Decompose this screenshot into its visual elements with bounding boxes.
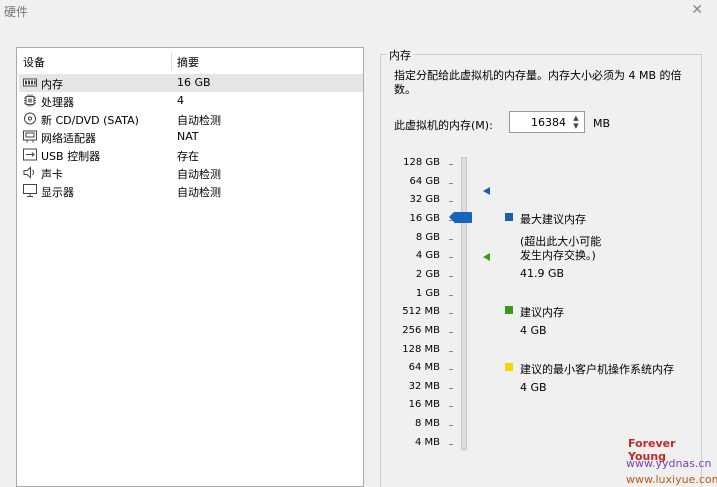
scale-tick-mark [449,406,453,408]
sound-card-icon [23,166,35,179]
max-recommended-marker-icon [483,187,490,195]
scale-tick-mark [449,331,453,333]
watermark-line-2: www.yydnas.cn [626,457,712,470]
scale-tick-mark [449,369,453,371]
scale-tick-mark [449,238,453,240]
device-row-network[interactable]: 网络适配器 NAT [19,128,363,146]
scale-tick-mark [449,443,453,445]
scale-tick-mark [449,164,453,165]
max-recommended-note-2: 发生内存交换。) [520,249,596,262]
scale-label: 128 GB [403,157,440,168]
device-row-memory[interactable]: 内存 16 GB [19,74,363,92]
cd-dvd-icon [24,112,36,125]
max-recommended-legend-icon [505,213,513,221]
device-name: 网络适配器 [41,132,96,145]
scale-label: 512 MB [402,306,440,318]
max-recommended-value: 41.9 GB [520,267,565,280]
device-row-usb[interactable]: USB 控制器 存在 [19,146,363,164]
scale-label: 256 MB [402,324,440,336]
min-guest-legend-icon [505,363,513,371]
scale-label: 4 MB [414,436,440,448]
memory-slider-thumb[interactable] [449,212,472,223]
memory-unit: MB [593,117,611,130]
scale-label: 2 GB [415,268,440,280]
scale-tick-mark [449,182,453,184]
recommended-marker-icon [483,253,490,261]
device-row-processor[interactable]: 处理器 4 [19,92,363,110]
device-name: 新 CD/DVD (SATA) [41,114,139,127]
spin-up-icon[interactable]: ▲ [571,114,581,122]
recommended-legend-icon [505,306,513,314]
device-name: 显示器 [41,186,74,199]
max-recommended-label: 最大建议内存 [520,213,586,226]
scale-label: 8 MB [414,418,440,430]
usb-controller-icon [23,148,37,161]
memory-description: 指定分配给此虚拟机的内存量。内存大小必须为 4 MB 的倍数。 [394,69,682,96]
scale-label: 32 MB [408,380,440,392]
min-guest-value: 4 GB [520,381,547,394]
memory-value[interactable]: 16384 [531,116,566,129]
scale-tick-mark [449,294,453,296]
column-separator[interactable] [171,52,172,70]
scale-label: 8 GB [415,231,440,243]
watermark-line-3: www.luxiyue.com [626,473,717,486]
display-icon [23,184,37,197]
memory-icon [23,78,37,87]
recommended-label: 建议内存 [520,306,564,319]
device-summary: 16 GB [177,76,211,89]
device-name: USB 控制器 [41,150,101,163]
processor-icon [24,94,36,107]
device-summary: 自动检测 [177,168,221,181]
scale-label: 64 MB [408,362,440,374]
device-row-display[interactable]: 显示器 自动检测 [19,182,363,200]
memory-slider-track[interactable] [461,157,467,450]
scale-label: 1 GB [415,287,440,299]
scale-label: 32 GB [409,194,440,206]
title-bar: 硬件 ✕ [0,0,717,24]
scale-tick-mark [449,313,453,315]
scale-tick-mark [449,257,453,259]
scale-label: 128 MB [402,343,440,355]
device-summary: 自动检测 [177,114,221,127]
scale-tick-mark [449,350,453,352]
device-summary: 4 [177,94,184,107]
window-title: 硬件 [4,5,29,19]
device-row-cd-dvd[interactable]: 新 CD/DVD (SATA) 自动检测 [19,110,363,128]
column-device[interactable]: 设备 [23,54,45,70]
recommended-value: 4 GB [520,324,547,337]
scale-tick-mark [449,425,453,427]
scale-tick-mark [449,201,453,203]
column-summary[interactable]: 摘要 [177,54,199,70]
scale-tick-mark [449,275,453,277]
scale-label: 16 GB [409,212,440,224]
device-name: 内存 [41,78,63,91]
scale-label: 4 GB [415,250,440,262]
memory-spinbox[interactable]: 16384 ▲ ▼ [509,111,585,133]
min-guest-label: 建议的最小客户机操作系统内存 [520,363,674,376]
network-adapter-icon [23,130,37,143]
scale-label: 64 GB [409,175,440,187]
device-row-sound[interactable]: 声卡 自动检测 [19,164,363,182]
close-icon[interactable]: ✕ [691,2,703,18]
memory-field-label: 此虚拟机的内存(M): [394,119,493,132]
scale-label: 16 MB [408,399,440,411]
device-list: 设备 摘要 内存 16 GB 处理器 4 新 CD/DVD (SATA) 自动检… [16,47,364,487]
device-summary: NAT [177,130,199,143]
device-summary: 自动检测 [177,186,221,199]
device-summary: 存在 [177,150,199,163]
spin-down-icon[interactable]: ▼ [571,122,581,130]
scale-tick-mark [449,387,453,389]
memory-group-title: 内存 [386,47,414,63]
device-list-header: 设备 摘要 [17,48,363,70]
device-name: 处理器 [41,96,74,109]
device-name: 声卡 [41,168,63,181]
